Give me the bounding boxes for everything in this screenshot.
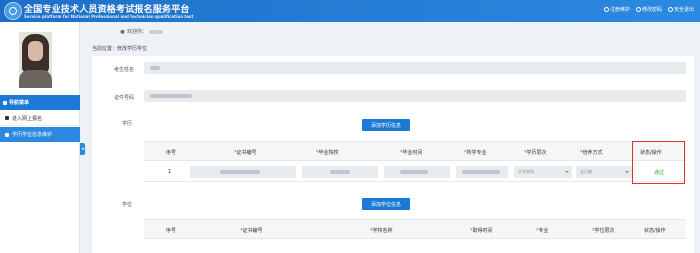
col-major: *所学专业 bbox=[464, 150, 487, 156]
info-icon bbox=[603, 7, 609, 12]
sidebar-item-online-registration[interactable]: 进入网上报名 bbox=[0, 111, 80, 126]
id-value-blurred bbox=[150, 94, 192, 98]
degree-label: 学位 bbox=[121, 202, 132, 208]
col-mode: *培养方式 bbox=[580, 150, 603, 156]
platform-logo bbox=[4, 2, 22, 20]
home-icon bbox=[120, 29, 125, 34]
sidebar-item-degree-info[interactable]: 学历学位信息维护 bbox=[0, 127, 80, 142]
school-field[interactable] bbox=[302, 166, 378, 178]
major-field[interactable] bbox=[456, 166, 508, 178]
welcome-bar: 欢迎你： bbox=[120, 28, 164, 35]
register-maintain-link[interactable]: 注册维护 bbox=[603, 6, 630, 13]
sidebar-collapse-button[interactable]: ◂ bbox=[80, 143, 85, 155]
education-table-row: 1 大学本科 全日制 通过 bbox=[144, 162, 686, 182]
id-field[interactable] bbox=[144, 90, 686, 102]
degree-icon bbox=[5, 132, 9, 137]
col-school-name: *学校名称 bbox=[370, 228, 393, 234]
cert-no-field[interactable] bbox=[190, 166, 296, 178]
logout-link[interactable]: 安全退出 bbox=[667, 6, 694, 13]
app-subtitle: Service platform for National Profession… bbox=[24, 14, 194, 19]
grad-time-field[interactable] bbox=[384, 166, 450, 178]
form-panel: 考生姓名 证件号码 学历 添加学历信息 序号 *证书编号 *毕业院校 *毕业时间… bbox=[92, 56, 694, 253]
col-cert-no: *证书编号 bbox=[240, 228, 263, 234]
degree-table-header: 序号 *证书编号 *学校名称 *取得时间 *专业 *学位层次 状态/操作 bbox=[144, 219, 686, 239]
mode-select[interactable]: 全日制 bbox=[576, 166, 632, 178]
col-index: 序号 bbox=[166, 150, 177, 156]
row-index: 1 bbox=[168, 169, 172, 175]
name-field[interactable] bbox=[144, 62, 686, 74]
app-header: 全国专业技术人员资格考试报名服务平台 Service platform for … bbox=[0, 0, 700, 22]
name-value-blurred bbox=[150, 66, 160, 70]
col-level: *学历层次 bbox=[524, 150, 547, 156]
col-obtain-time: *取得时间 bbox=[470, 228, 493, 234]
power-icon bbox=[667, 7, 673, 12]
add-education-button[interactable]: 添加学历信息 bbox=[362, 119, 410, 131]
login-icon bbox=[5, 116, 9, 120]
sidebar: 导航菜单 进入网上报名 学历学位信息维护 bbox=[0, 22, 80, 253]
username-blurred bbox=[149, 29, 164, 34]
level-select[interactable]: 大学本科 bbox=[514, 166, 572, 178]
name-label: 考生姓名 bbox=[113, 67, 134, 73]
education-label: 学历 bbox=[121, 121, 132, 127]
col-school: *毕业院校 bbox=[316, 150, 339, 156]
nav-menu-header: 导航菜单 bbox=[0, 95, 80, 110]
col-cert-no: *证书编号 bbox=[234, 150, 257, 156]
education-table-header: 序号 *证书编号 *毕业院校 *毕业时间 *所学专业 *学历层次 *培养方式 状… bbox=[144, 141, 686, 161]
home-icon bbox=[3, 100, 7, 105]
candidate-photo bbox=[19, 32, 52, 88]
highlight-box bbox=[632, 141, 685, 184]
header-links: 注册维护 修改密码 安全退出 bbox=[603, 6, 694, 13]
main-content: 欢迎你： 当前位置：修改学历学位 考生姓名 证件号码 学历 添加学历信息 序号 … bbox=[86, 22, 700, 253]
col-status: 状态/操作 bbox=[644, 228, 666, 234]
id-label: 证件号码 bbox=[113, 95, 134, 101]
change-password-link[interactable]: 修改密码 bbox=[635, 6, 662, 13]
add-degree-button[interactable]: 添加学位信息 bbox=[362, 198, 410, 210]
breadcrumb: 当前位置：修改学历学位 bbox=[92, 46, 148, 52]
col-index: 序号 bbox=[166, 228, 177, 234]
col-major: *专业 bbox=[536, 228, 549, 234]
col-grad-time: *毕业时间 bbox=[400, 150, 423, 156]
lock-icon bbox=[635, 7, 641, 12]
chevron-down-icon bbox=[625, 171, 629, 173]
chevron-down-icon bbox=[565, 171, 569, 173]
col-degree-level: *学位层次 bbox=[592, 228, 615, 234]
